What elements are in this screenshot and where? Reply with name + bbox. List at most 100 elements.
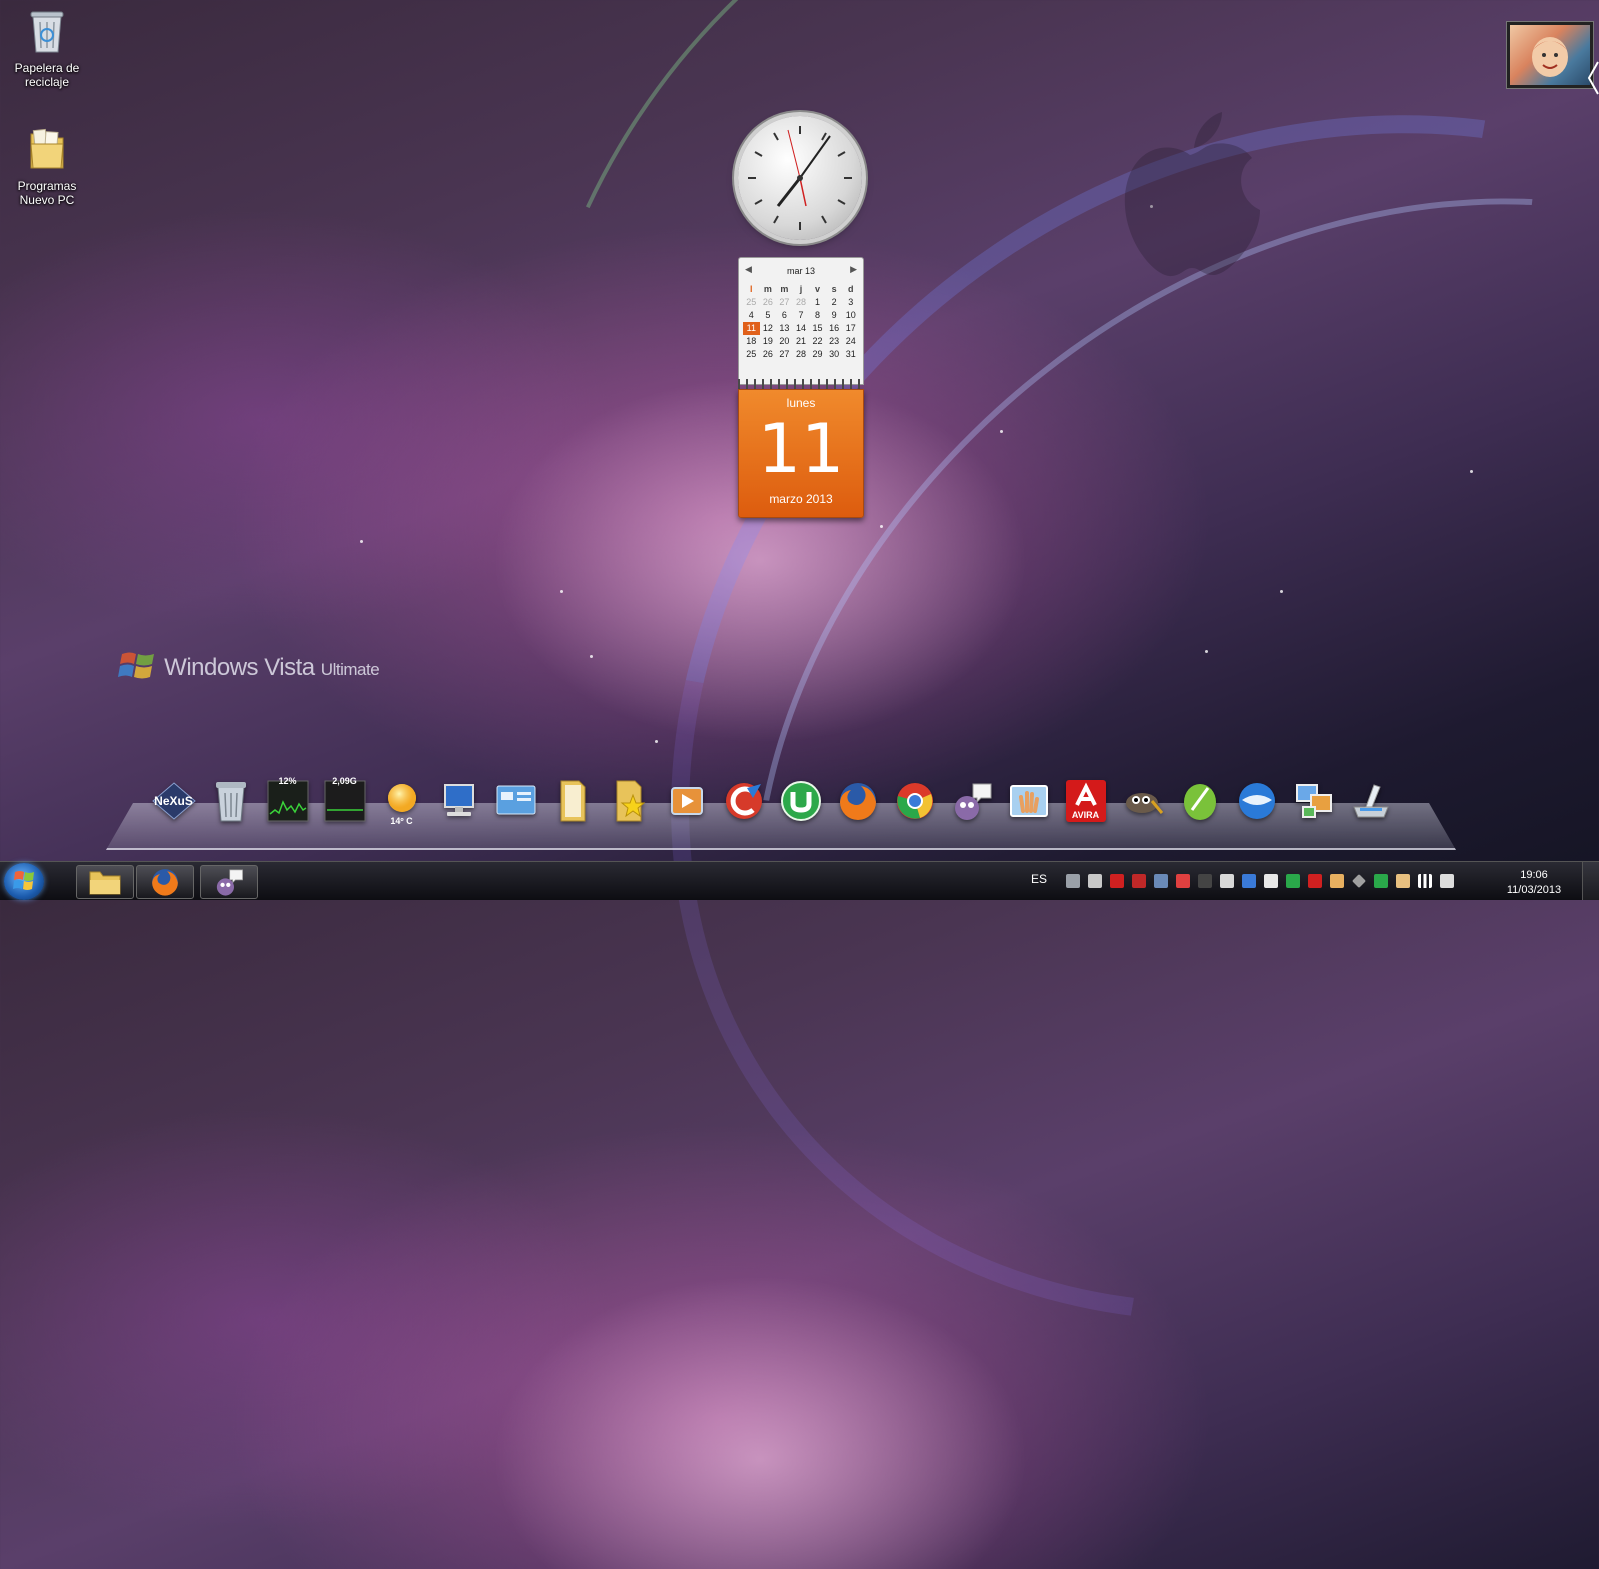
- trash-icon: [215, 782, 246, 822]
- calendar-day[interactable]: 20: [776, 335, 793, 348]
- dock-item-nexus[interactable]: NeXuS: [150, 776, 197, 826]
- dock-item-gimp[interactable]: [1119, 776, 1166, 826]
- calendar-day[interactable]: 12: [760, 322, 777, 335]
- taskbar-button-explorer[interactable]: [76, 865, 134, 899]
- dock-item-trash[interactable]: [207, 776, 254, 826]
- calendar-day[interactable]: 1: [809, 296, 826, 309]
- calendar-day-today[interactable]: 11: [743, 322, 760, 335]
- calendar-day[interactable]: 25: [743, 296, 760, 309]
- tray-printer-icon[interactable]: [1220, 874, 1234, 888]
- calendar-day[interactable]: 21: [793, 335, 810, 348]
- slideshow-gadget[interactable]: [1507, 22, 1593, 88]
- dock-item-utorrent[interactable]: [777, 776, 824, 826]
- calendar-day[interactable]: 22: [809, 335, 826, 348]
- memory-meter-icon: [324, 780, 365, 822]
- show-desktop-button[interactable]: [1582, 862, 1599, 900]
- tray-network-icon[interactable]: [1154, 874, 1168, 888]
- tray-balloon-icon[interactable]: [1396, 874, 1410, 888]
- next-month-arrow-icon[interactable]: ▶: [850, 264, 857, 275]
- calendar-day[interactable]: 29: [809, 348, 826, 361]
- dock-item-network[interactable]: [1290, 776, 1337, 826]
- calendar-day[interactable]: 28: [793, 296, 810, 309]
- calendar-day[interactable]: 8: [809, 309, 826, 322]
- gadget-collapse-arrow-icon[interactable]: [1587, 58, 1599, 98]
- calendar-day[interactable]: 10: [842, 309, 859, 322]
- dock-item-firefox[interactable]: [834, 776, 881, 826]
- desktop-icon-recycle-bin[interactable]: Papelera de reciclaje: [6, 8, 88, 89]
- calendar-day[interactable]: 18: [743, 335, 760, 348]
- dock-item-weather[interactable]: 14º C: [378, 776, 425, 826]
- dock-item-chrome[interactable]: [891, 776, 938, 826]
- tray-reader-icon[interactable]: [1132, 874, 1146, 888]
- taskbar-button-pidgin[interactable]: [200, 865, 258, 899]
- dock-item-cpu-meter[interactable]: 12%: [264, 776, 311, 826]
- calendar-day[interactable]: 27: [776, 296, 793, 309]
- dock-item-avira[interactable]: AVIRA: [1062, 776, 1109, 826]
- calendar-day[interactable]: 15: [809, 322, 826, 335]
- calendar-day[interactable]: 28: [793, 348, 810, 361]
- tray-signal-icon[interactable]: [1418, 874, 1432, 888]
- calendar-day[interactable]: 30: [826, 348, 843, 361]
- start-button[interactable]: [4, 863, 44, 900]
- clock-face: [748, 126, 852, 230]
- photo-thumbnail: [1532, 37, 1568, 77]
- tray-monitor-icon[interactable]: [1242, 874, 1256, 888]
- tray-flag-icon[interactable]: [1264, 874, 1278, 888]
- dock-item-corel[interactable]: [1176, 776, 1223, 826]
- calendar-day[interactable]: 4: [743, 309, 760, 322]
- tray-hand-icon[interactable]: [1330, 874, 1344, 888]
- tray-app-icon[interactable]: [1088, 874, 1102, 888]
- weekday-header: m: [780, 284, 789, 294]
- system-tray: [1066, 862, 1454, 900]
- windows-flag-icon: [118, 652, 154, 679]
- calendar-day[interactable]: 9: [826, 309, 843, 322]
- dock-item-thunderbird[interactable]: [1233, 776, 1280, 826]
- dock-item-media-player[interactable]: [663, 776, 710, 826]
- calendar-day[interactable]: 31: [842, 348, 859, 361]
- dock-item-hand[interactable]: [1005, 776, 1052, 826]
- calendar-day[interactable]: 16: [826, 322, 843, 335]
- calendar-day[interactable]: 3: [842, 296, 859, 309]
- language-indicator[interactable]: ES: [1031, 872, 1047, 886]
- tray-speaker-icon[interactable]: [1176, 874, 1190, 888]
- dock-item-computer[interactable]: [435, 776, 482, 826]
- calendar-gadget[interactable]: ◀ mar 13 ▶ l m m j v s d 25 26 27 28 1 2…: [738, 257, 864, 518]
- tray-chat-icon[interactable]: [1374, 874, 1388, 888]
- dock-item-control-panel[interactable]: [492, 776, 539, 826]
- tray-acrobat-icon[interactable]: [1110, 874, 1124, 888]
- dock-item-documents[interactable]: [549, 776, 596, 826]
- tray-security-icon[interactable]: [1286, 874, 1300, 888]
- calendar-day[interactable]: 7: [793, 309, 810, 322]
- clock-gadget[interactable]: [738, 116, 862, 240]
- calendar-day[interactable]: 13: [776, 322, 793, 335]
- calendar-day[interactable]: 27: [776, 348, 793, 361]
- calendar-day[interactable]: 26: [760, 296, 777, 309]
- calendar-day[interactable]: 17: [842, 322, 859, 335]
- calendar-day[interactable]: 25: [743, 348, 760, 361]
- tray-keyboard-icon[interactable]: [1198, 874, 1212, 888]
- dock-item-scanner[interactable]: [1347, 776, 1394, 826]
- taskbar-button-firefox[interactable]: [136, 865, 194, 899]
- calendar-day[interactable]: 26: [760, 348, 777, 361]
- tray-wifi-icon[interactable]: [1066, 874, 1080, 888]
- star: [1470, 470, 1473, 473]
- calendar-day[interactable]: 5: [760, 309, 777, 322]
- dock-item-favorites[interactable]: [606, 776, 653, 826]
- tray-volume-icon[interactable]: [1440, 874, 1454, 888]
- calendar-day[interactable]: 14: [793, 322, 810, 335]
- taskbar-clock[interactable]: 19:06 11/03/2013: [1498, 868, 1570, 898]
- desktop-icon-programas[interactable]: Programas Nuevo PC: [6, 126, 88, 207]
- star: [560, 590, 563, 593]
- calendar-day[interactable]: 6: [776, 309, 793, 322]
- dock-item-pidgin[interactable]: [948, 776, 995, 826]
- tray-diamond-icon[interactable]: [1352, 874, 1366, 888]
- weekday-header: m: [763, 284, 772, 294]
- tray-avira-icon[interactable]: [1308, 874, 1322, 888]
- calendar-day[interactable]: 2: [826, 296, 843, 309]
- dock-item-memory-meter[interactable]: 2,09G: [321, 776, 368, 826]
- calendar-day[interactable]: 24: [842, 335, 859, 348]
- calendar-day[interactable]: 23: [826, 335, 843, 348]
- dock-item-ccleaner[interactable]: [720, 776, 767, 826]
- explorer-icon: [89, 871, 121, 895]
- calendar-day[interactable]: 19: [760, 335, 777, 348]
